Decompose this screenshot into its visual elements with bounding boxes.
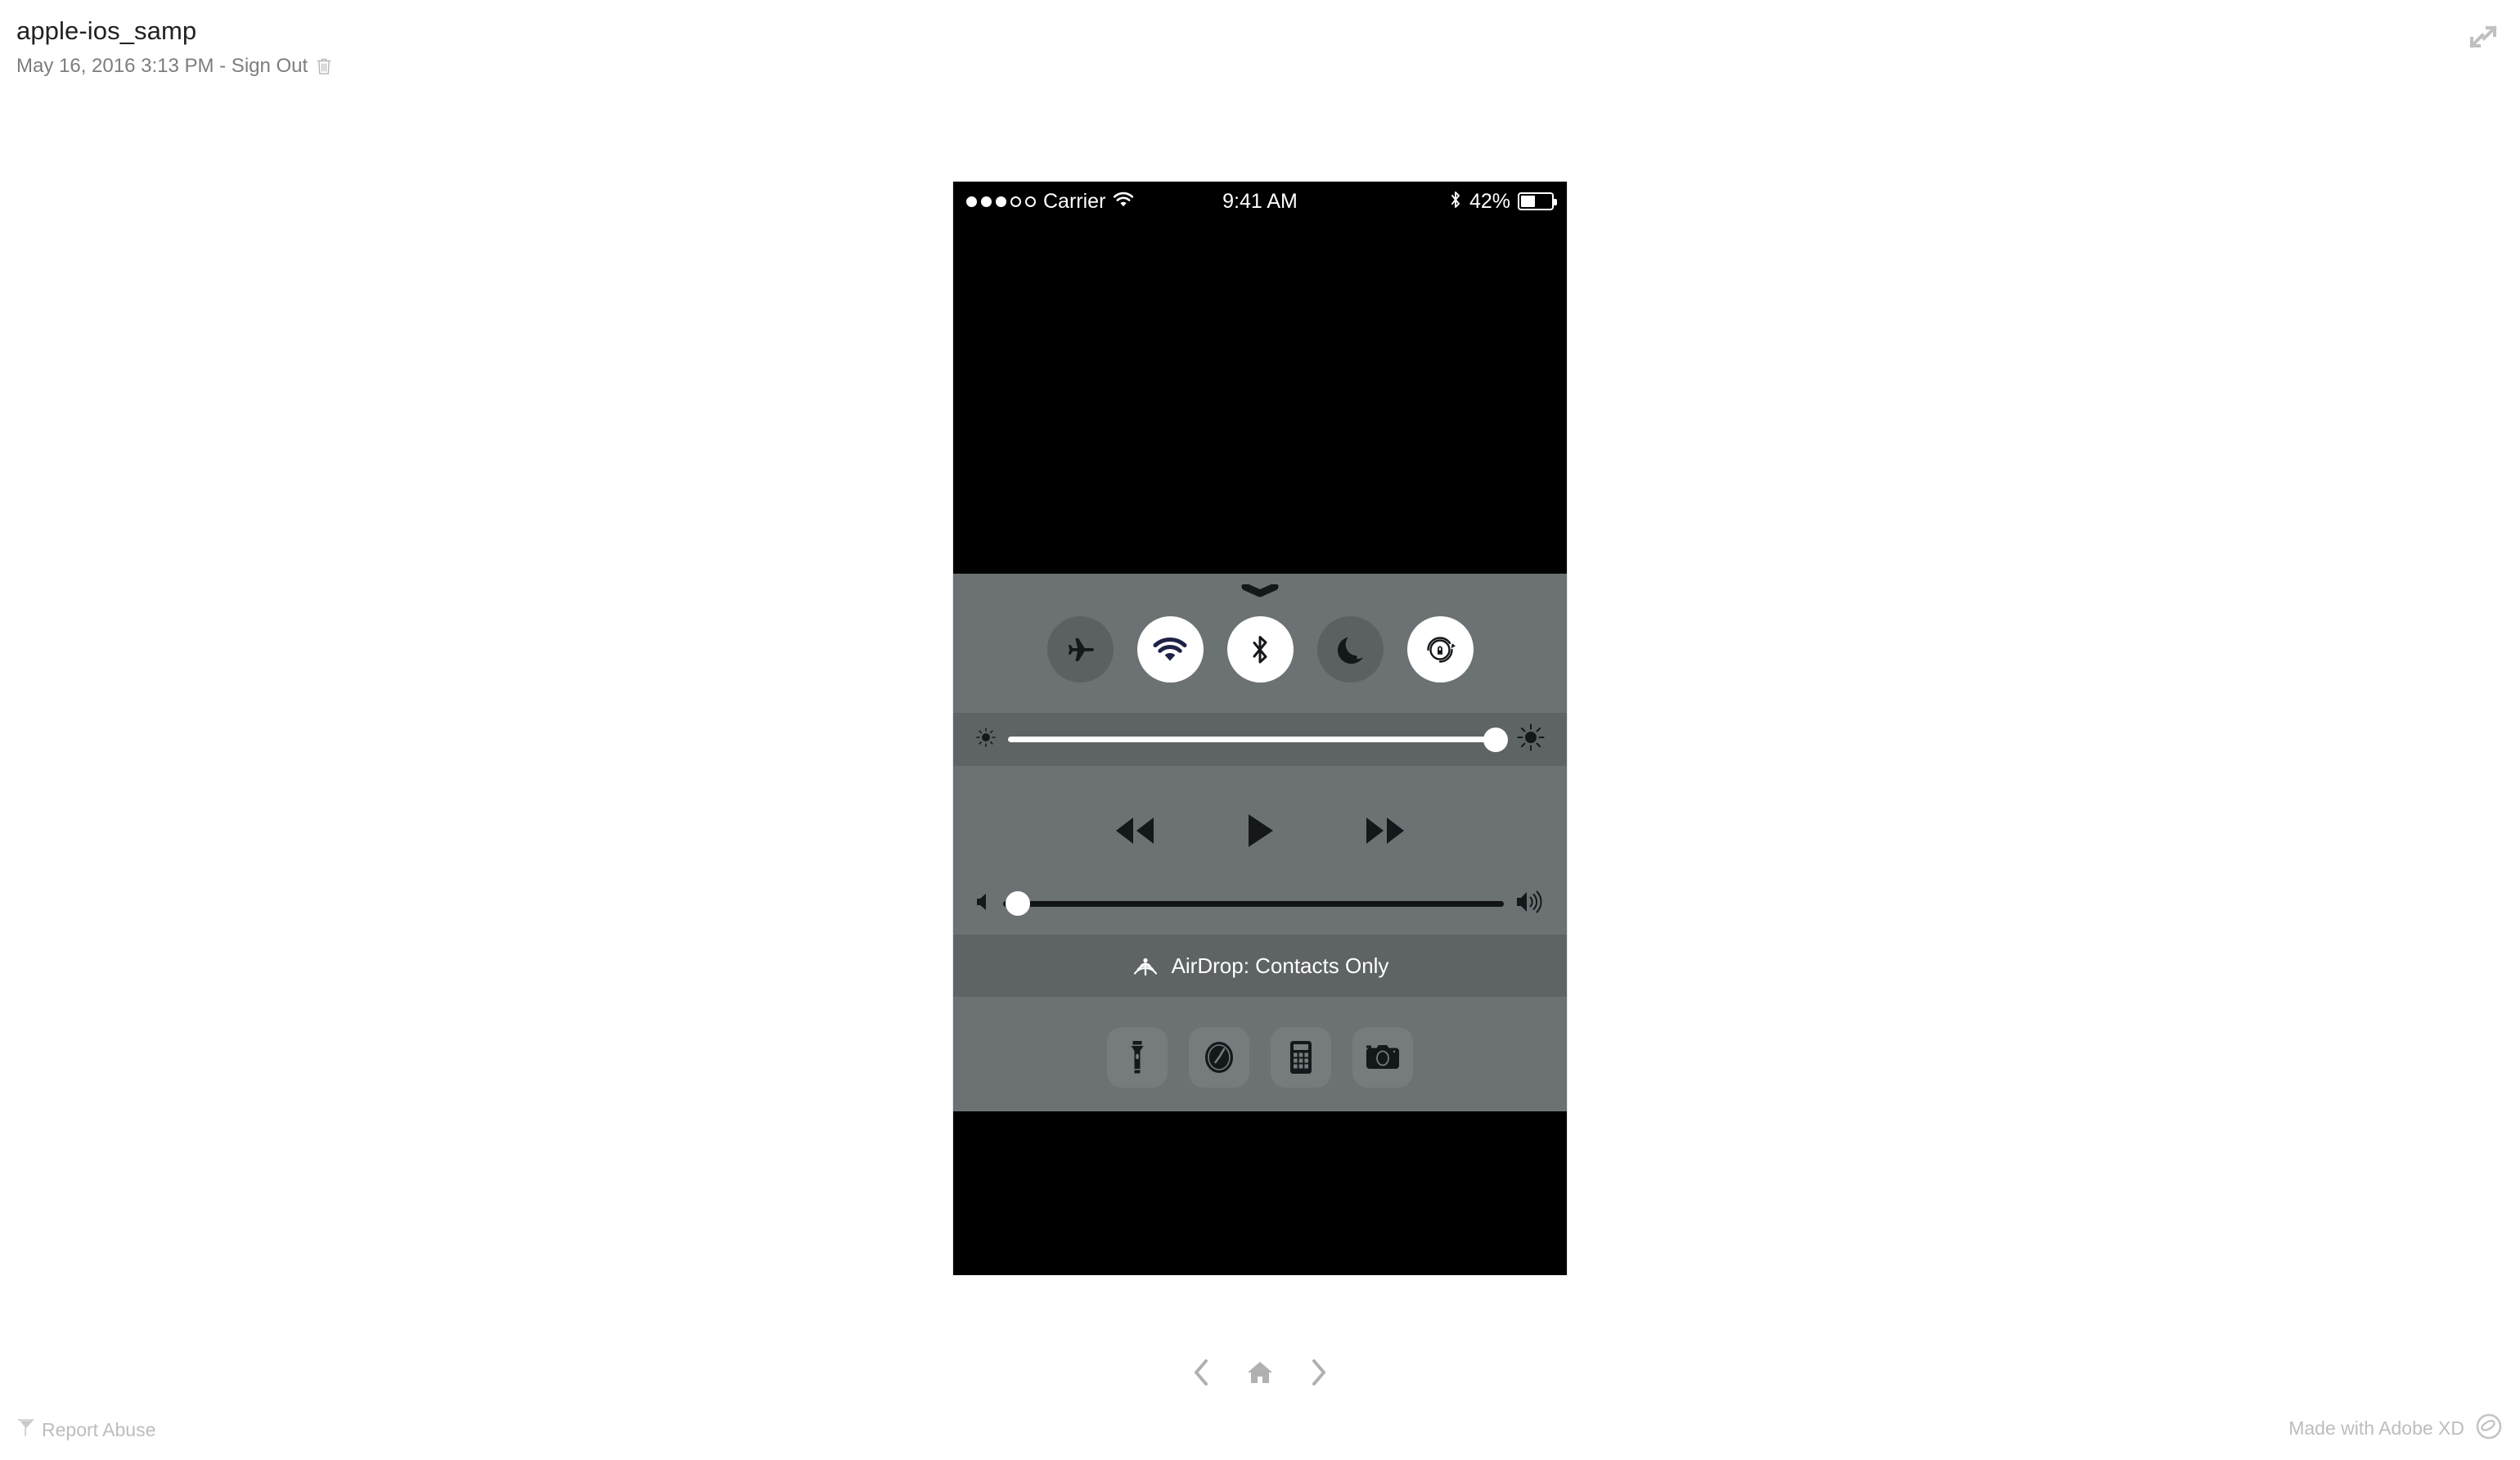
next-screen-button[interactable] (1301, 1354, 1337, 1390)
airdrop-label: AirDrop: Contacts Only (1171, 953, 1389, 978)
volume-track (1003, 900, 1504, 907)
brightness-panel (953, 713, 1567, 766)
wifi-icon (1153, 637, 1187, 660)
fast-forward-button[interactable] (1362, 813, 1408, 848)
expand-arrows-icon (2469, 25, 2497, 48)
rewind-button[interactable] (1112, 813, 1158, 848)
camera-button[interactable] (1352, 1027, 1413, 1088)
volume-mute-icon (975, 891, 992, 917)
meta-row: May 16, 2016 3:13 PM - Sign Out (16, 54, 332, 79)
battery-percent-label: 42% (1469, 189, 1510, 213)
bluetooth-toggle[interactable] (1226, 616, 1294, 683)
home-icon (1248, 1362, 1272, 1383)
brightness-thumb[interactable] (1483, 727, 1508, 752)
play-button[interactable] (1245, 812, 1275, 849)
bluetooth-icon (1253, 635, 1267, 663)
adobe-creative-cloud-icon (2476, 1413, 2502, 1444)
grabber-chevron-icon[interactable] (1241, 583, 1279, 602)
status-bar: Carrier 9:41 AM 42% (953, 182, 1567, 221)
bluetooth-icon (1449, 190, 1462, 214)
brightness-track (1008, 737, 1505, 742)
sun-large-icon (1517, 723, 1545, 755)
rewind-icon (1116, 818, 1154, 844)
report-abuse-label: Report Abuse (42, 1419, 156, 1440)
calculator-button[interactable] (1271, 1027, 1331, 1088)
chevron-left-icon (1195, 1359, 1208, 1386)
moon-icon (1338, 637, 1364, 664)
status-bar-right: 42% (1449, 182, 1557, 221)
airdrop-icon (1132, 950, 1159, 982)
control-center-toggles-panel (953, 574, 1567, 713)
transport-controls (953, 812, 1567, 849)
timer-icon (1205, 1042, 1233, 1073)
clock-label: 9:41 AM (1222, 189, 1298, 213)
phone-mockup: Carrier 9:41 AM 42% AirDrop: Contacts On… (953, 182, 1567, 1275)
camera-icon (1366, 1045, 1399, 1069)
airdrop-button[interactable]: AirDrop: Contacts Only (953, 935, 1567, 997)
brightness-slider[interactable] (1008, 726, 1508, 754)
control-center: AirDrop: Contacts Only (953, 574, 1567, 1275)
play-icon (1249, 814, 1273, 847)
made-with-label: Made with Adobe XD (2288, 1417, 2464, 1439)
do-not-disturb-toggle[interactable] (1316, 616, 1384, 683)
fast-forward-icon (1366, 818, 1404, 844)
carrier-label: Carrier (1043, 189, 1106, 213)
media-panel (953, 766, 1567, 935)
flashlight-button[interactable] (1107, 1027, 1168, 1088)
chevron-right-icon (1312, 1359, 1325, 1386)
wallpaper-area (953, 221, 1567, 574)
flag-icon (16, 1418, 34, 1442)
timestamp-signout-text[interactable]: May 16, 2016 3:13 PM - Sign Out (16, 54, 308, 79)
flashlight-icon (1131, 1041, 1144, 1074)
calculator-icon (1290, 1041, 1312, 1074)
sun-small-icon (975, 727, 997, 752)
trash-icon[interactable] (316, 56, 332, 76)
page-title: apple-ios_samp (16, 16, 197, 45)
prototype-navigation (0, 1354, 2520, 1390)
rotation-lock-icon (1427, 636, 1456, 663)
brightness-slider-row (953, 713, 1567, 766)
rotation-lock-toggle[interactable] (1406, 616, 1474, 683)
wifi-icon (1113, 192, 1134, 212)
page-header: apple-ios_samp May 16, 2016 3:13 PM - Si… (16, 15, 332, 79)
airplane-mode-toggle[interactable] (1046, 616, 1114, 683)
shortcuts-panel (953, 997, 1567, 1111)
signal-strength-dots (966, 196, 1036, 207)
volume-slider[interactable] (1003, 890, 1504, 917)
status-bar-left: Carrier (966, 182, 1134, 221)
volume-slider-row (953, 879, 1567, 928)
made-with-adobe-xd[interactable]: Made with Adobe XD (2288, 1413, 2502, 1444)
report-abuse-link[interactable]: Report Abuse (16, 1418, 155, 1442)
home-button[interactable] (1242, 1354, 1278, 1390)
airplane-icon (1068, 638, 1094, 661)
toggle-row (953, 616, 1567, 683)
battery-icon (1518, 192, 1557, 210)
timer-button[interactable] (1189, 1027, 1249, 1088)
expand-fullscreen-button[interactable] (2464, 18, 2502, 56)
volume-high-icon (1515, 890, 1545, 918)
prev-screen-button[interactable] (1183, 1354, 1219, 1390)
volume-thumb[interactable] (1006, 891, 1031, 916)
wifi-toggle[interactable] (1136, 616, 1204, 683)
